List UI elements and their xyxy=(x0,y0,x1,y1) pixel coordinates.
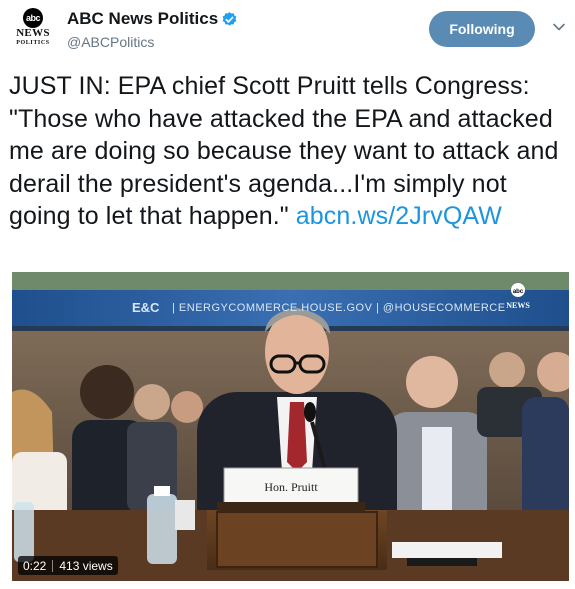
corner-abc-logo: abc xyxy=(513,289,524,295)
nameplate-text: Hon. Pruitt xyxy=(264,480,318,494)
chevron-down-icon[interactable] xyxy=(552,20,566,34)
video-time: 0:22 xyxy=(23,558,47,573)
avatar-politics-text: POLITICS xyxy=(16,40,50,46)
following-button[interactable]: Following xyxy=(429,11,535,47)
video-frame: Hon. Pruitt E&C | ENERGYCOMMERCE.HOUSE.G… xyxy=(12,272,569,581)
video-player[interactable]: Hon. Pruitt E&C | ENERGYCOMMERCE.HOUSE.G… xyxy=(12,272,569,581)
verified-badge-icon xyxy=(222,12,237,26)
avatar-news-text: NEWS xyxy=(16,27,50,39)
stats-divider xyxy=(52,559,54,572)
video-stats-bar: 0:22 413 views xyxy=(18,556,118,575)
banner-text: | ENERGYCOMMERCE.HOUSE.GOV | @HOUSECOMME… xyxy=(172,302,506,314)
tweet-link[interactable]: abcn.ws/2JrvQAW xyxy=(296,202,502,230)
abc-logo-icon: abc xyxy=(23,8,43,28)
account-name[interactable]: ABC News Politics xyxy=(67,9,218,29)
corner-news-logo: NEWS xyxy=(506,301,530,310)
account-avatar[interactable]: abc NEWS POLITICS xyxy=(12,8,54,48)
account-handle[interactable]: @ABCPolitics xyxy=(67,34,154,50)
tweet-text: JUST IN: EPA chief Scott Pruitt tells Co… xyxy=(9,70,569,233)
video-views: 413 views xyxy=(59,558,113,573)
banner-logo: E&C xyxy=(132,300,160,315)
